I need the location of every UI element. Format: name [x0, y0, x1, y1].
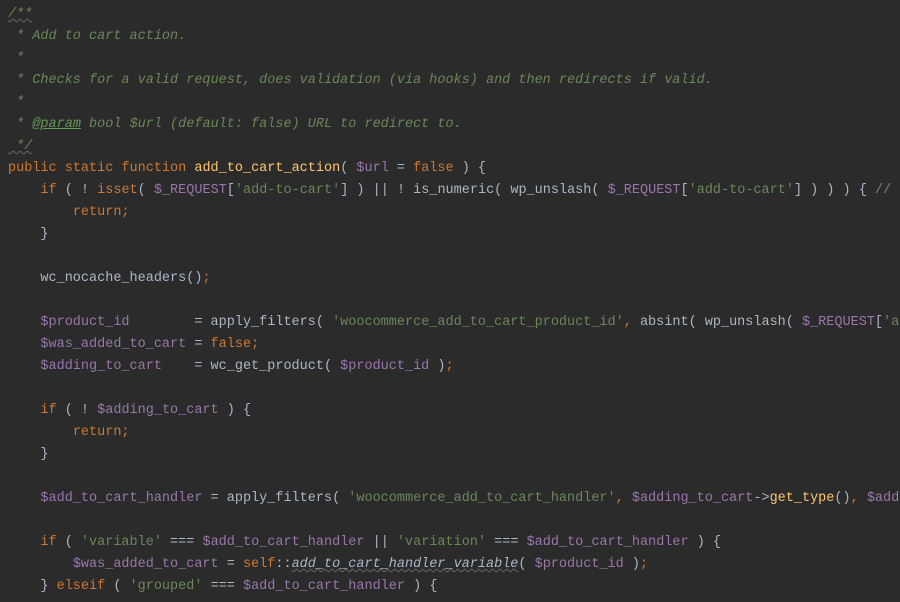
code-line: /** [8, 4, 900, 26]
docblock-text: bool $url (default: false) URL to redire… [81, 117, 462, 132]
variable: $adding_to_cart [40, 359, 162, 374]
code-line: */ [8, 136, 900, 158]
operator: || [373, 535, 389, 550]
operator: :: [275, 557, 291, 572]
code-line [8, 378, 900, 400]
code-line: $adding_to_cart = wc_get_product( $produ… [8, 356, 900, 378]
variable: $addin [867, 491, 900, 506]
code-line: * [8, 92, 900, 114]
code-editor[interactable]: /** * Add to cart action. * * Checks for… [0, 0, 900, 602]
variable: $_REQUEST [154, 183, 227, 198]
docblock-text: * Checks for a valid request, does valid… [8, 73, 713, 88]
code-line [8, 510, 900, 532]
comment: // ph [875, 183, 900, 198]
code-line: return; [8, 422, 900, 444]
string: 'add [883, 315, 900, 330]
code-line: wc_nocache_headers(); [8, 268, 900, 290]
function-name: add_to_cart_action [194, 161, 340, 176]
code-line: } [8, 224, 900, 246]
variable: $add_to_cart_handler [40, 491, 202, 506]
code-line: return; [8, 202, 900, 224]
operator: || [373, 183, 389, 198]
variable: $_REQUEST [608, 183, 681, 198]
docblock-text: * [8, 117, 32, 132]
keyword: false [413, 161, 454, 176]
method-call: get_type [770, 491, 835, 506]
keyword: static [65, 161, 114, 176]
variable: $add_to_cart_handler [243, 579, 405, 594]
variable: $adding_to_cart [97, 403, 219, 418]
code-line: $product_id = apply_filters( 'woocommerc… [8, 312, 900, 334]
code-line [8, 290, 900, 312]
code-line: if ( ! isset( $_REQUEST['add-to-cart'] )… [8, 180, 900, 202]
operator: === [494, 535, 518, 550]
code-line [8, 466, 900, 488]
function-call: wp_unslash [510, 183, 591, 198]
function-call: absint [640, 315, 689, 330]
code-line: } [8, 444, 900, 466]
keyword: false [211, 337, 252, 352]
variable: $product_id [535, 557, 624, 572]
operator: === [170, 535, 194, 550]
variable: $was_added_to_cart [73, 557, 219, 572]
docblock-open: /** [8, 7, 32, 22]
keyword: self [243, 557, 275, 572]
string: 'variation' [397, 535, 486, 550]
variable: $product_id [40, 315, 129, 330]
code-line: if ( 'variable' === $add_to_cart_handler… [8, 532, 900, 554]
keyword: return [73, 205, 122, 220]
variable: $was_added_to_cart [40, 337, 186, 352]
function-call: wp_unslash [705, 315, 786, 330]
code-line: * [8, 48, 900, 70]
operator: === [211, 579, 235, 594]
string: 'grouped' [130, 579, 203, 594]
string: 'woocommerce_add_to_cart_product_id' [332, 315, 624, 330]
keyword: if [40, 183, 56, 198]
function-call: apply_filters [211, 315, 316, 330]
function-call: wc_get_product [211, 359, 324, 374]
method-call: add_to_cart_handler_variable [292, 557, 519, 572]
operator: = [389, 161, 413, 176]
code-line: } elseif ( 'grouped' === $add_to_cart_ha… [8, 576, 900, 598]
code-line: $was_added_to_cart = false; [8, 334, 900, 356]
code-line: * Add to cart action. [8, 26, 900, 48]
keyword: isset [97, 183, 138, 198]
variable: $add_to_cart_handler [527, 535, 689, 550]
keyword: elseif [57, 579, 106, 594]
code-line: * @param bool $url (default: false) URL … [8, 114, 900, 136]
operator: -> [753, 491, 769, 506]
code-line: if ( ! $adding_to_cart ) { [8, 400, 900, 422]
variable: $url [356, 161, 388, 176]
operator: ! [81, 183, 89, 198]
docblock-close: */ [8, 139, 32, 154]
function-call: is_numeric [413, 183, 494, 198]
operator: ! [81, 403, 89, 418]
variable: $product_id [340, 359, 429, 374]
keyword: return [73, 425, 122, 440]
code-line [8, 246, 900, 268]
variable: $adding_to_cart [632, 491, 754, 506]
keyword: if [40, 535, 56, 550]
function-call: wc_nocache_headers [40, 271, 186, 286]
docblock-text: * Add to cart action. [8, 29, 186, 44]
code-line: $was_added_to_cart = self::add_to_cart_h… [8, 554, 900, 576]
variable: $add_to_cart_handler [202, 535, 364, 550]
operator: ! [397, 183, 405, 198]
code-line: $add_to_cart_handler = apply_filters( 'w… [8, 488, 900, 510]
string: 'add-to-cart' [689, 183, 794, 198]
string: 'add-to-cart' [235, 183, 340, 198]
string: 'variable' [81, 535, 162, 550]
docblock-param-tag: @param [32, 117, 81, 132]
code-line: public static function add_to_cart_actio… [8, 158, 900, 180]
keyword: function [121, 161, 186, 176]
docblock-text: * [8, 51, 24, 66]
keyword: if [40, 403, 56, 418]
docblock-text: * [8, 95, 24, 110]
code-line: * Checks for a valid request, does valid… [8, 70, 900, 92]
variable: $_REQUEST [802, 315, 875, 330]
function-call: apply_filters [227, 491, 332, 506]
string: 'woocommerce_add_to_cart_handler' [348, 491, 615, 506]
keyword: public [8, 161, 57, 176]
